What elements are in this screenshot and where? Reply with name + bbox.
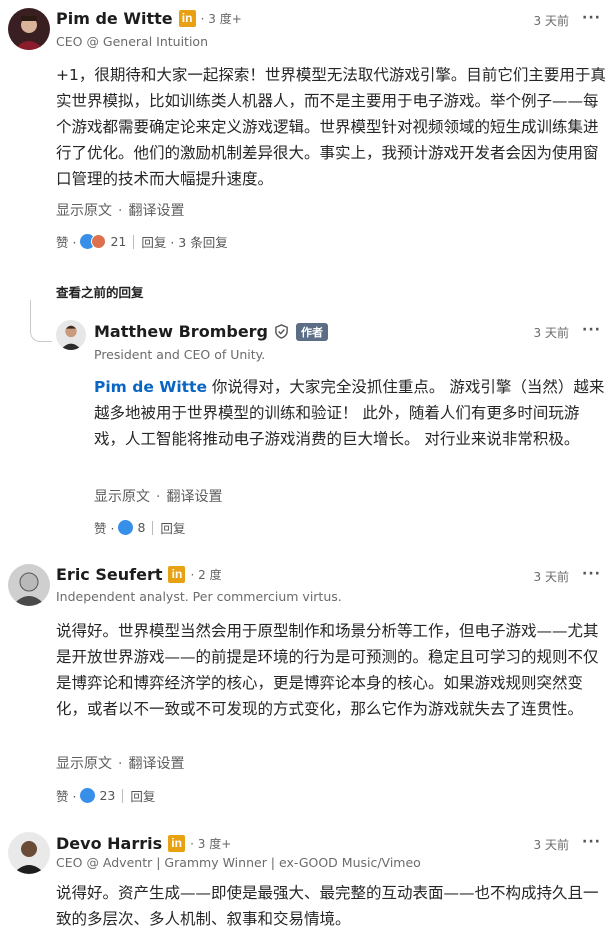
avatar-pim-de-witte-image <box>8 8 50 50</box>
avatar-eric-seufert-image <box>8 564 50 606</box>
divider <box>152 520 154 535</box>
comment-body: Pim de Witte 你说得对，大家完全没抓住重点。 游戏引擎（当然）越来越… <box>94 374 606 452</box>
show-original-link[interactable]: 显示原文 <box>56 756 112 772</box>
reaction-count[interactable]: 8 <box>137 520 145 535</box>
timestamp: 3 天前 <box>533 570 569 584</box>
li-badge-icon: in <box>168 835 186 852</box>
author-name[interactable]: Pim de Witte <box>56 9 173 28</box>
like-button[interactable]: 赞 · <box>94 518 114 537</box>
comment-body: 说得好。世界模型当然会用于原型制作和场景分析等工作，但电子游戏——尤其是开放世界… <box>56 622 599 718</box>
connection-degree: · 2 度 <box>190 568 222 582</box>
comment-pim-de-witte: Pim de Witte in · 3 度+ CEO @ General Int… <box>0 0 611 270</box>
like-button[interactable]: 赞 · <box>56 786 76 805</box>
avatar-matthew-bromberg-image <box>56 320 86 350</box>
author-headline: President and CEO of Unity. <box>94 347 266 362</box>
timestamp: 3 天前 <box>533 14 569 28</box>
more-options-icon[interactable]: ··· <box>582 10 601 26</box>
avatar[interactable] <box>8 832 50 874</box>
connection-degree: · 3 度+ <box>200 12 242 26</box>
translate-settings-link[interactable]: 翻译设置 <box>166 489 222 505</box>
author-headline: CEO @ General Intuition <box>56 34 208 49</box>
timestamp: 3 天前 <box>533 326 569 340</box>
author-tag: 作者 <box>296 322 329 341</box>
love-reaction-icon <box>91 234 107 249</box>
author-name[interactable]: Devo Harris <box>56 834 162 853</box>
more-options-icon[interactable]: ··· <box>582 834 601 850</box>
li-badge-icon: in <box>168 566 186 583</box>
author-name[interactable]: Matthew Bromberg <box>94 322 268 341</box>
verified-icon <box>275 324 288 339</box>
comment-body: +1，很期待和大家一起探索！世界模型无法取代游戏引擎。目前它们主要用于真实世界模… <box>56 66 606 188</box>
author-headline: Independent analyst. Per commercium virt… <box>56 589 342 604</box>
comment-body: 说得好。资产生成——即使是最强大、最完整的互动表面——也不构成持久且一致的多层次… <box>56 884 599 928</box>
comment-eric-seufert: Eric Seufert in · 2 度 Independent analys… <box>0 556 611 816</box>
timestamp: 3 天前 <box>533 838 569 852</box>
author-headline: CEO @ Adventr | Grammy Winner | ex-GOOD … <box>56 855 421 870</box>
more-options-icon[interactable]: ··· <box>582 322 601 338</box>
translate-settings-link[interactable]: 翻译设置 <box>128 756 184 772</box>
comment-devo-harris: Devo Harris in · 3 度+ CEO @ Adventr | Gr… <box>0 824 611 936</box>
li-badge-icon: in <box>178 10 196 27</box>
reply-button[interactable]: 回复 <box>130 786 155 805</box>
show-original-link[interactable]: 显示原文 <box>56 203 112 219</box>
like-reaction-icon <box>118 520 134 535</box>
reply-matthew-bromberg: Matthew Bromberg 作者 President and CEO of… <box>0 310 611 550</box>
view-previous-replies-link[interactable]: 查看之前的回复 <box>56 282 144 301</box>
dot-separator: · <box>156 489 161 505</box>
like-reaction-icon <box>80 788 96 803</box>
connection-degree: · 3 度+ <box>190 837 232 851</box>
author-name[interactable]: Eric Seufert <box>56 565 162 584</box>
reply-button[interactable]: 回复 · 3 条回复 <box>141 232 227 251</box>
divider <box>122 788 124 803</box>
avatar[interactable] <box>8 8 50 50</box>
more-options-icon[interactable]: ··· <box>582 566 601 582</box>
avatar[interactable] <box>8 564 50 606</box>
reply-button[interactable]: 回复 <box>160 518 185 537</box>
avatar[interactable] <box>56 320 86 350</box>
avatar-devo-harris-image <box>8 832 50 874</box>
divider <box>133 234 135 249</box>
mention-link[interactable]: Pim de Witte <box>94 378 207 396</box>
dot-separator: · <box>118 756 123 772</box>
like-button[interactable]: 赞 · <box>56 232 76 251</box>
reaction-count[interactable]: 23 <box>99 788 115 803</box>
dot-separator: · <box>118 203 123 219</box>
show-original-link[interactable]: 显示原文 <box>94 489 150 505</box>
reaction-count[interactable]: 21 <box>110 234 126 249</box>
translate-settings-link[interactable]: 翻译设置 <box>128 203 184 219</box>
